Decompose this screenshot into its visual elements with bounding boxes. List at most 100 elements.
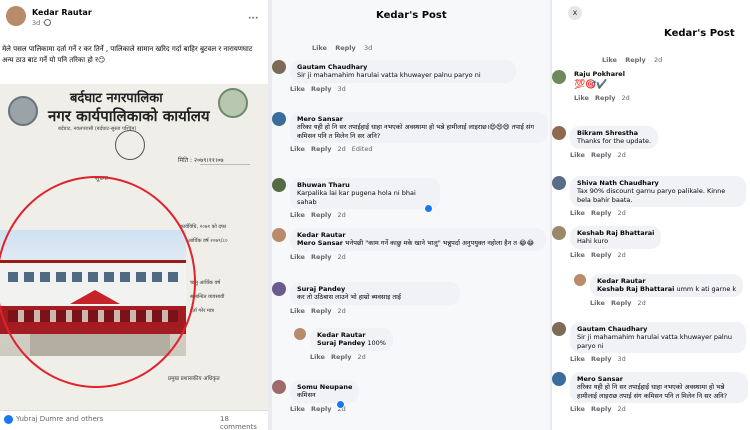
avatar[interactable] — [552, 322, 566, 336]
doc-date: मिति : २०७९।११।०७ — [178, 157, 224, 164]
comment-item: Kedar Rautar Mero Sansar भनेपछी "काम गर्… — [272, 228, 546, 261]
close-icon[interactable]: x — [568, 6, 582, 20]
like-link[interactable]: Like — [312, 44, 327, 52]
reply-link[interactable]: Reply — [591, 251, 612, 259]
avatar[interactable] — [552, 126, 566, 140]
avatar[interactable] — [272, 380, 286, 394]
comment-text: भनेपछी "काम गर्ने काछु मके खाने भालु" भन… — [342, 239, 535, 248]
comment-text: Sir ji mahamahim harulai vatta khuwayer … — [577, 333, 732, 350]
avatar[interactable] — [272, 112, 286, 126]
author-avatar[interactable] — [6, 6, 26, 26]
mention-link[interactable]: Keshab Raj Bhattarai — [597, 285, 674, 293]
post-menu-button[interactable]: ··· — [248, 14, 258, 24]
like-link[interactable]: Like — [310, 353, 325, 361]
comment-text: Hahi kuro — [577, 237, 609, 246]
comment-bubble: Kedar Rautar Mero Sansar भनेपछी "काम गर्… — [290, 228, 546, 251]
like-link[interactable]: Like — [570, 251, 585, 259]
commenter-name[interactable]: Somu Neupane — [297, 383, 352, 391]
post-author[interactable]: Kedar Rautar — [32, 8, 92, 17]
like-link[interactable]: Like — [290, 85, 305, 93]
reply-link[interactable]: Reply — [611, 299, 632, 307]
comment-bubble: Bhuwan Tharu Karpalika lai kar pugena ho… — [290, 178, 440, 210]
mention-link[interactable]: Mero Sansar — [297, 239, 343, 247]
reply-link[interactable]: Reply — [591, 355, 612, 363]
like-link[interactable]: Like — [590, 299, 605, 307]
right-title: Kedar's Post — [664, 28, 735, 39]
commenter-name[interactable]: Keshab Raj Bhattarai — [577, 229, 654, 237]
reply-link[interactable]: Reply — [625, 56, 646, 64]
reply-link[interactable]: Reply — [591, 209, 612, 217]
reply-link[interactable]: Reply — [311, 405, 332, 413]
comment-text: 100% — [365, 339, 386, 348]
like-link[interactable]: Like — [574, 94, 589, 102]
comment-item: Gautam Chaudhary Sir ji mahamahim harula… — [272, 60, 516, 93]
commenter-name[interactable]: Bhuwan Tharu — [297, 181, 433, 189]
comment-item: Gautam Chaudhary Sir ji mahamahim harula… — [552, 322, 746, 363]
comment-text: कर तो उठिबास लाउने भो हाम्रो ब्यवसाइ ताई — [297, 293, 401, 302]
comment-bubble: Gautam Chaudhary Sir ji mahamahim harula… — [290, 60, 516, 83]
like-link[interactable]: Like — [290, 253, 305, 261]
commenter-name[interactable]: Kedar Rautar — [297, 231, 539, 239]
commenter-name[interactable]: Kedar Rautar — [597, 277, 736, 285]
avatar[interactable] — [272, 228, 286, 242]
avatar[interactable] — [552, 176, 566, 190]
reactors-label[interactable]: Yubraj Dumre and others — [16, 415, 103, 423]
comment-text: तरिका यही हो नि सर तपाईहाई धाहा नभएको अव… — [577, 383, 728, 400]
avatar[interactable] — [272, 60, 286, 74]
comment-item: Mero Sansar तरिका यही हो नि सर तपाईहाई ध… — [272, 112, 548, 153]
comments-count[interactable]: 18 comments — [220, 415, 268, 430]
comment-item: Keshab Raj Bhattarai Hahi kuro Like Reply… — [552, 226, 662, 259]
avatar[interactable] — [574, 274, 586, 286]
avatar[interactable] — [552, 226, 566, 240]
reply-link[interactable]: Reply — [591, 405, 612, 413]
reply-link[interactable]: Reply — [591, 151, 612, 159]
mention-link[interactable]: Suraj Pandey — [317, 339, 365, 347]
like-reaction-icon — [424, 204, 433, 213]
commenter-name[interactable]: Bikram Shrestha — [577, 129, 651, 137]
doc-heading-2: नगर कार्यपालिकाको कार्यालय — [48, 107, 210, 125]
post-text: मेले पसल पालिकामा दर्ता गर्ने र कर तिर्न… — [2, 45, 253, 65]
comment-text: तरिका यही हो नि सर तपाईहाई धाहा नभएको अव… — [297, 123, 534, 140]
avatar[interactable] — [272, 178, 286, 192]
like-link[interactable]: Like — [570, 405, 585, 413]
comments-panel-right: x Kedar's Post Like Reply 2d Raju Pokhar… — [552, 0, 750, 430]
comment-bubble: Gautam Chaudhary Sir ji mahamahim harula… — [570, 322, 746, 354]
avatar[interactable] — [294, 328, 306, 340]
reply-link[interactable]: Reply — [595, 94, 616, 102]
like-link[interactable]: Like — [290, 145, 305, 153]
reply-link[interactable]: Reply — [311, 307, 332, 315]
reply-link[interactable]: Reply — [311, 211, 332, 219]
reply-link[interactable]: Reply — [311, 85, 332, 93]
post-image[interactable]: बर्दघाट नगरपालिका नगर कार्यपालिकाको कार्… — [0, 84, 268, 410]
doc-text-2: आर्थिक वर्ष २०७९/८० — [188, 238, 228, 244]
like-link[interactable]: Like — [290, 211, 305, 219]
comment-item: Bhuwan Tharu Karpalika lai kar pugena ho… — [272, 178, 440, 219]
like-link[interactable]: Like — [290, 405, 305, 413]
like-link[interactable]: Like — [570, 209, 585, 217]
commenter-name[interactable]: Suraj Pandey — [297, 285, 453, 293]
reply-link[interactable]: Reply — [311, 145, 332, 153]
like-link[interactable]: Like — [290, 307, 305, 315]
commenter-name[interactable]: Kedar Rautar — [317, 331, 386, 339]
post-time[interactable]: 3d · — [32, 19, 44, 27]
like-link[interactable]: Like — [602, 56, 617, 64]
commenter-name[interactable]: Shiva Nath Chaudhary — [577, 179, 739, 187]
reply-link[interactable]: Reply — [335, 44, 356, 52]
commenter-name[interactable]: Gautam Chaudhary — [297, 63, 509, 71]
comment-item: Mero Sansar तरिका यही हो नि सर तपाईहाई ध… — [552, 372, 748, 413]
avatar[interactable] — [552, 372, 566, 386]
commenter-name[interactable]: Mero Sansar — [297, 115, 541, 123]
avatar[interactable] — [272, 282, 286, 296]
middle-title: Kedar's Post — [376, 10, 447, 21]
commenter-name[interactable]: Mero Sansar — [577, 375, 741, 383]
avatar[interactable] — [552, 70, 566, 84]
comment-bubble: Kedar Rautar Suraj Pandey 100% — [310, 328, 393, 351]
like-link[interactable]: Like — [570, 355, 585, 363]
commenter-name[interactable]: Raju Pokharel — [570, 70, 636, 78]
commenter-name[interactable]: Gautam Chaudhary — [577, 325, 739, 333]
reply-link[interactable]: Reply — [331, 353, 352, 361]
reply-link[interactable]: Reply — [311, 253, 332, 261]
like-link[interactable]: Like — [570, 151, 585, 159]
comment-bubble: Mero Sansar तरिका यही हो नि सर तपाईहाई ध… — [290, 112, 548, 144]
doc-stamp — [115, 130, 145, 160]
